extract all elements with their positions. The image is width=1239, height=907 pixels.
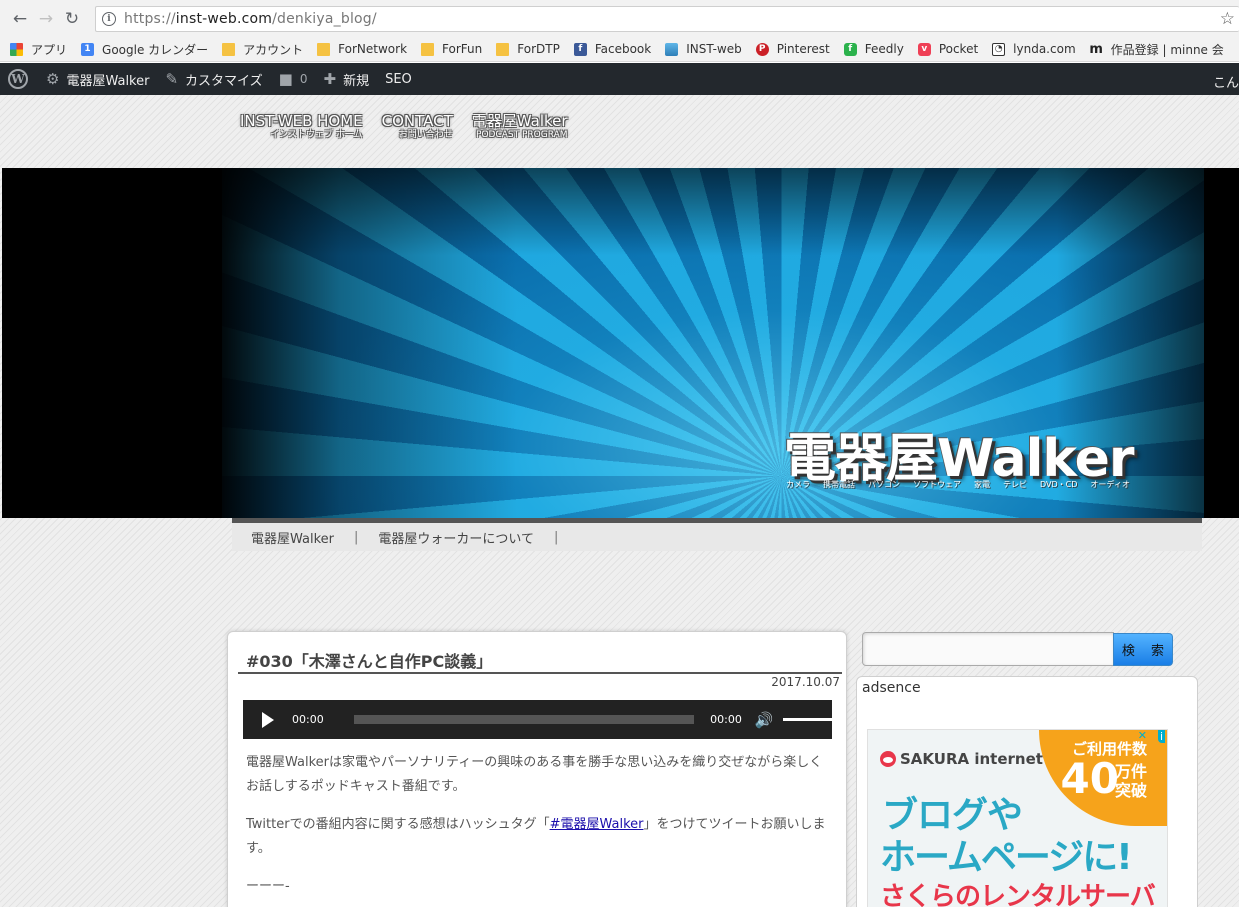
feedly-icon: f	[843, 42, 857, 56]
subnav-item-about[interactable]: 電器屋ウォーカーについて	[378, 528, 534, 547]
wp-admin-bar: W ⚙ 電器屋Walker ✎ カスタマイズ ■ 0 ✚ 新規 SEO こん	[0, 63, 1239, 95]
admin-comments[interactable]: ■ 0	[279, 70, 308, 88]
site-top-nav: INST-WEB HOME インストウェブ ホーム CONTACT お問い合わせ…	[240, 112, 568, 141]
post-paragraph: 電器屋Walkerは家電やパーソナリティーの興味のある事を勝手な思い込みを織り交…	[246, 755, 823, 794]
audio-player: 00:00 00:00 🔊	[243, 700, 832, 739]
pinterest-icon: P	[755, 42, 769, 56]
sub-nav: 電器屋Walker | 電器屋ウォーカーについて |	[232, 523, 1202, 551]
bookmark-lynda[interactable]: ◔ lynda.com	[992, 42, 1076, 56]
bookmark-facebook[interactable]: f Facebook	[573, 42, 651, 56]
bookmarks-bar: アプリ 1 Google カレンダー アカウント ForNetwork ForFu…	[0, 37, 1239, 62]
search-button[interactable]: 検 索	[1113, 633, 1173, 666]
ad-close-icon[interactable]: ✕	[1138, 730, 1147, 742]
topnav-denkiya-walker[interactable]: 電器屋Walker PODCAST PROGRAM	[472, 112, 568, 141]
forward-arrow-icon[interactable]: →	[33, 6, 59, 32]
google-calendar-icon: 1	[81, 42, 95, 56]
admin-new[interactable]: ✚ 新規	[324, 70, 370, 89]
folder-icon	[496, 42, 510, 56]
address-bar[interactable]: i https://inst-web.com/denkiya_blog/ ☆	[95, 6, 1239, 32]
admin-seo[interactable]: SEO	[385, 72, 412, 87]
bookmark-star-icon[interactable]: ☆	[1220, 9, 1235, 29]
subnav-separator: |	[354, 529, 359, 545]
search-input[interactable]	[862, 632, 1114, 666]
subnav-separator: |	[554, 529, 559, 545]
duration-time: 00:00	[710, 713, 742, 726]
ad-banner[interactable]: ご利用件数 40 万件突破 SAKURA internet ブログや ホームペー…	[867, 729, 1168, 907]
lynda-icon: ◔	[992, 42, 1006, 56]
volume-slider[interactable]	[782, 718, 832, 721]
plus-icon: ✚	[323, 70, 337, 88]
dashboard-icon: ⚙	[46, 70, 60, 88]
bookmark-inst-web[interactable]: INST-web	[665, 42, 742, 56]
bookmark-minne[interactable]: m 作品登録 | minne 会	[1089, 41, 1223, 58]
inst-web-icon	[665, 42, 679, 56]
reload-icon[interactable]: ↻	[59, 6, 85, 32]
pocket-icon: v	[917, 42, 931, 56]
post-body: 電器屋Walkerは家電やパーソナリティーの興味のある事を勝手な思い込みを織り交…	[246, 751, 834, 907]
post-title-rule	[238, 672, 842, 674]
post-card: #030「木澤さんと自作PC談義」 2017.10.07 00:00 00:00…	[227, 631, 847, 907]
paintbrush-icon: ✎	[165, 70, 179, 88]
admin-site-name[interactable]: ⚙ 電器屋Walker	[46, 70, 149, 89]
post-paragraph: Twitterでの番組内容に関する感想はハッシュタグ「#電器屋Walker」をつ…	[246, 817, 826, 856]
browser-toolbar: ← → ↻ i https://inst-web.com/denkiya_blo…	[0, 0, 1239, 37]
header-banner[interactable]: 電器屋Walker カメラ 携帯電話 パソコン ソフトウェア 家電 テレビ DV…	[2, 168, 1239, 518]
facebook-icon: f	[573, 42, 587, 56]
ad-brand: SAKURA internet	[880, 750, 1043, 768]
admin-customize[interactable]: ✎ カスタマイズ	[165, 70, 262, 89]
volume-icon[interactable]: 🔊	[755, 711, 774, 729]
wordpress-logo-icon[interactable]: W	[8, 69, 28, 89]
folder-icon	[317, 42, 331, 56]
bookmark-folder-forfun[interactable]: ForFun	[421, 42, 482, 56]
bookmark-apps[interactable]: アプリ	[10, 41, 67, 58]
bookmark-folder-fornetwork[interactable]: ForNetwork	[317, 42, 407, 56]
bookmark-google-calendar[interactable]: 1 Google カレンダー	[81, 41, 208, 58]
folder-icon	[222, 42, 236, 56]
folder-icon	[421, 42, 435, 56]
bookmark-pocket[interactable]: v Pocket	[917, 42, 978, 56]
comment-bubble-icon: ■	[278, 70, 293, 88]
audio-progress-track[interactable]	[353, 715, 695, 724]
post-paragraph: ーーー-	[246, 879, 290, 894]
minne-icon: m	[1089, 41, 1103, 57]
hashtag-link[interactable]: #電器屋Walker	[550, 817, 644, 832]
ad-choices-icon[interactable]: i	[1157, 730, 1165, 743]
admin-greeting[interactable]: こん	[1213, 72, 1239, 91]
subnav-item-home[interactable]: 電器屋Walker	[251, 528, 334, 547]
ad-badge: ご利用件数 40 万件突破	[1039, 730, 1167, 826]
logo-categories: カメラ 携帯電話 パソコン ソフトウェア 家電 テレビ DVD・CD オーディオ	[786, 480, 1130, 489]
apps-grid-icon	[10, 42, 23, 56]
url-text: https://inst-web.com/denkiya_blog/	[124, 11, 377, 27]
sakura-logo-icon	[880, 751, 896, 767]
play-icon[interactable]	[262, 711, 274, 728]
sunburst-background: 電器屋Walker カメラ 携帯電話 パソコン ソフトウェア 家電 テレビ DV…	[222, 168, 1204, 518]
current-time: 00:00	[292, 713, 324, 726]
post-title[interactable]: #030「木澤さんと自作PC談義」	[246, 648, 492, 672]
topnav-inst-web-home[interactable]: INST-WEB HOME インストウェブ ホーム	[240, 112, 363, 141]
bookmark-pinterest[interactable]: P Pinterest	[755, 42, 830, 56]
back-arrow-icon[interactable]: ←	[7, 6, 33, 32]
bookmark-folder-account[interactable]: アカウント	[222, 41, 303, 58]
bookmark-folder-fordtp[interactable]: ForDTP	[496, 42, 560, 56]
topnav-contact[interactable]: CONTACT お問い合わせ	[382, 112, 453, 141]
post-date: 2017.10.07	[771, 675, 840, 689]
adsense-widget: adsence ご利用件数 40 万件突破 SAKURA internet ブロ…	[856, 676, 1198, 907]
bookmark-feedly[interactable]: f Feedly	[843, 42, 904, 56]
widget-title: adsence	[862, 680, 921, 696]
site-info-icon[interactable]: i	[102, 12, 116, 26]
